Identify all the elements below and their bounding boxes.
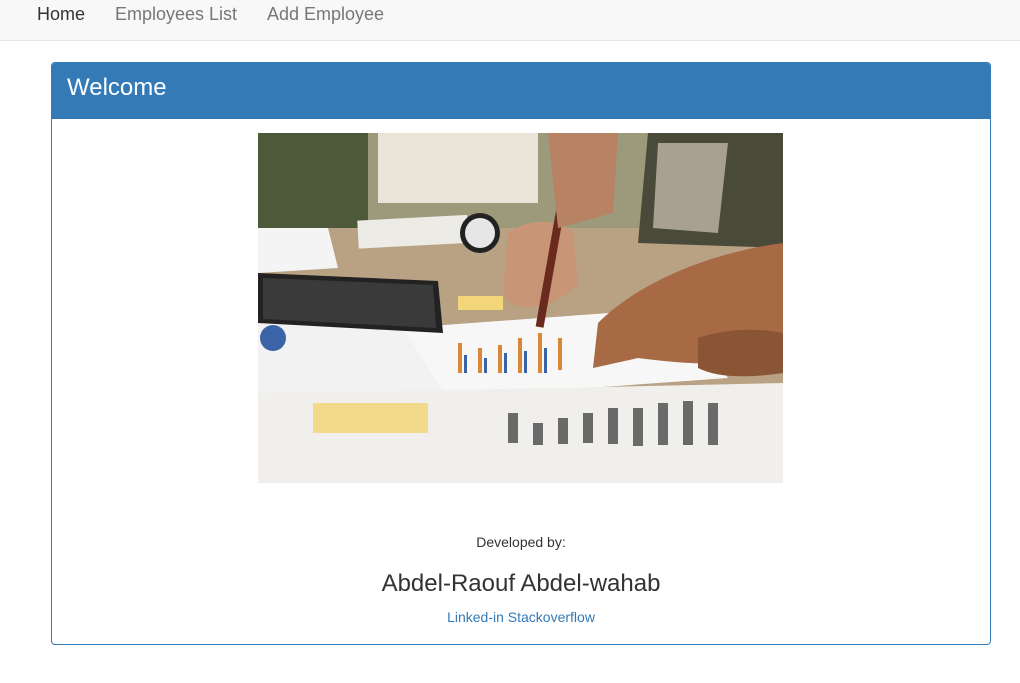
welcome-panel: Welcome Developed by: Abdel-Raouf Abdel-… bbox=[51, 62, 991, 645]
developed-by-label: Developed by: bbox=[476, 534, 566, 550]
developer-name: Abdel-Raouf Abdel-wahab bbox=[381, 570, 661, 597]
stackoverflow-link[interactable]: Stackoverflow bbox=[508, 609, 595, 625]
nav-employees-list-link[interactable]: Employees List bbox=[115, 3, 237, 25]
photo-illustration bbox=[258, 133, 783, 483]
nav-add-employee-link[interactable]: Add Employee bbox=[267, 3, 384, 25]
profile-links: Linked-in Stackoverflow bbox=[52, 608, 990, 626]
panel-title: Welcome bbox=[52, 63, 990, 119]
business-charts-photo bbox=[258, 133, 783, 483]
nav-home-link[interactable]: Home bbox=[37, 3, 85, 25]
linkedin-link[interactable]: Linked-in bbox=[447, 609, 504, 625]
top-navbar: Home Employees List Add Employee bbox=[0, 0, 1020, 41]
